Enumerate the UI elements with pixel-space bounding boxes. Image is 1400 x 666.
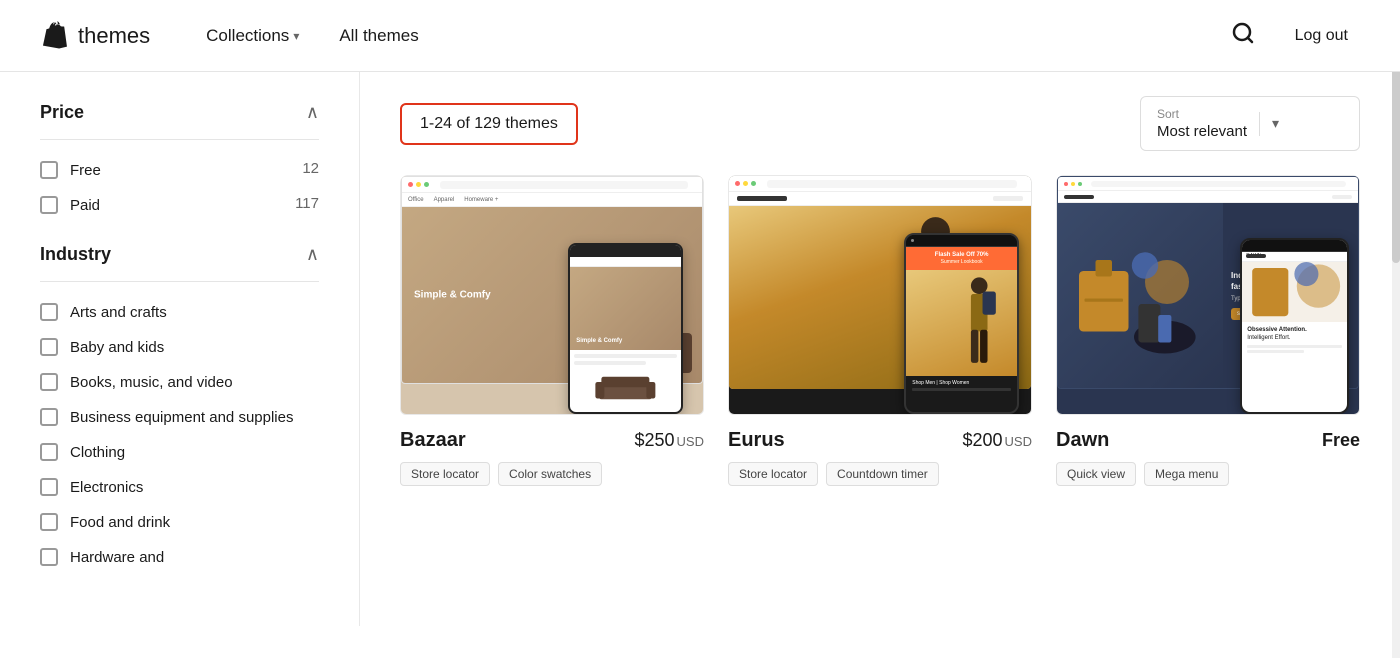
checkbox-free[interactable] bbox=[40, 161, 58, 179]
nav-collections[interactable]: Collections ▾ bbox=[190, 18, 315, 54]
filter-item-free-left: Free bbox=[40, 160, 101, 181]
tag-mega-menu[interactable]: Mega menu bbox=[1144, 462, 1229, 486]
checkbox-clothing[interactable] bbox=[40, 443, 58, 461]
checkbox-arts[interactable] bbox=[40, 303, 58, 321]
dawn-name-row: Dawn Free bbox=[1056, 429, 1360, 452]
sort-label-text: Sort bbox=[1157, 107, 1247, 121]
tag-eurus-store-locator[interactable]: Store locator bbox=[728, 462, 818, 486]
filter-item-paid[interactable]: Paid 117 bbox=[40, 195, 319, 216]
chevron-down-icon: ▾ bbox=[293, 29, 299, 43]
filter-item-arts[interactable]: Arts and crafts bbox=[40, 302, 319, 323]
sort-chevron-icon: ▾ bbox=[1272, 115, 1279, 132]
filter-label-hardware: Hardware and bbox=[70, 547, 164, 568]
main-nav: Collections ▾ All themes bbox=[190, 18, 1222, 54]
filter-item-clothing[interactable]: Clothing bbox=[40, 442, 319, 463]
checkbox-business[interactable] bbox=[40, 408, 58, 426]
tag-countdown-timer[interactable]: Countdown timer bbox=[826, 462, 939, 486]
checkbox-hardware[interactable] bbox=[40, 548, 58, 566]
sort-dropdown[interactable]: Sort Most relevant ▾ bbox=[1140, 96, 1360, 151]
bazaar-tags: Store locator Color swatches bbox=[400, 462, 704, 486]
eurus-name: Eurus bbox=[728, 429, 785, 452]
filter-label-arts: Arts and crafts bbox=[70, 302, 167, 323]
bazaar-info: Bazaar $250USD Store locator Color swatc… bbox=[400, 415, 704, 500]
tag-quick-view[interactable]: Quick view bbox=[1056, 462, 1136, 486]
industry-divider bbox=[40, 281, 319, 282]
bazaar-preview: Office Apparel Homeware + Simple & Comfy bbox=[400, 175, 704, 415]
price-divider bbox=[40, 139, 319, 140]
nav-all-themes[interactable]: All themes bbox=[323, 18, 434, 54]
header-actions: Log out bbox=[1223, 13, 1360, 58]
filter-item-food[interactable]: Food and drink bbox=[40, 512, 319, 533]
eurus-info: Eurus $200USD Store locator Countdown ti… bbox=[728, 415, 1032, 500]
main-layout: Price ∧ Free 12 Paid 117 bbox=[0, 72, 1400, 666]
filter-count-paid: 117 bbox=[295, 195, 319, 212]
industry-filter-section: Industry ∧ Arts and crafts Baby and kids bbox=[40, 244, 319, 568]
checkbox-food[interactable] bbox=[40, 513, 58, 531]
bazaar-price: $250USD bbox=[635, 430, 705, 451]
search-icon bbox=[1231, 21, 1255, 45]
filter-item-electronics[interactable]: Electronics bbox=[40, 477, 319, 498]
eurus-tags: Store locator Countdown timer bbox=[728, 462, 1032, 486]
dawn-info: Dawn Free Quick view Mega menu bbox=[1056, 415, 1360, 500]
content-header: 1-24 of 129 themes Sort Most relevant ▾ bbox=[400, 96, 1360, 151]
theme-card-dawn[interactable]: Industrial design meets fashion. Typical… bbox=[1056, 175, 1360, 500]
filter-label-books: Books, music, and video bbox=[70, 372, 233, 393]
results-count: 1-24 of 129 themes bbox=[400, 103, 578, 145]
filter-item-books[interactable]: Books, music, and video bbox=[40, 372, 319, 393]
logout-button[interactable]: Log out bbox=[1283, 19, 1360, 53]
nav-all-themes-label: All themes bbox=[339, 26, 418, 46]
search-button[interactable] bbox=[1223, 13, 1263, 58]
filter-item-paid-left: Paid bbox=[40, 195, 100, 216]
filter-count-free: 12 bbox=[302, 160, 319, 177]
checkbox-baby[interactable] bbox=[40, 338, 58, 356]
sort-label: Sort Most relevant bbox=[1157, 107, 1247, 140]
dawn-tags: Quick view Mega menu bbox=[1056, 462, 1360, 486]
filter-item-business[interactable]: Business equipment and supplies bbox=[40, 407, 319, 428]
bazaar-name: Bazaar bbox=[400, 429, 466, 452]
theme-grid: Office Apparel Homeware + Simple & Comfy bbox=[400, 175, 1360, 500]
filter-item-free[interactable]: Free 12 bbox=[40, 160, 319, 181]
logo-link[interactable]: themes bbox=[40, 21, 150, 51]
nav-collections-label: Collections bbox=[206, 26, 289, 46]
price-filter-header[interactable]: Price ∧ bbox=[40, 102, 319, 123]
filter-label-clothing: Clothing bbox=[70, 442, 125, 463]
sort-divider bbox=[1259, 112, 1260, 136]
price-filter-title: Price bbox=[40, 102, 84, 123]
scrollbar[interactable] bbox=[1392, 0, 1400, 658]
sidebar: Price ∧ Free 12 Paid 117 bbox=[0, 72, 360, 626]
filter-item-hardware[interactable]: Hardware and bbox=[40, 547, 319, 568]
filter-label-paid: Paid bbox=[70, 195, 100, 216]
filter-label-business: Business equipment and supplies bbox=[70, 407, 293, 428]
tag-store-locator[interactable]: Store locator bbox=[400, 462, 490, 486]
price-filter-section: Price ∧ Free 12 Paid 117 bbox=[40, 102, 319, 216]
logo-text: themes bbox=[78, 23, 150, 49]
dawn-preview: Industrial design meets fashion. Typical… bbox=[1056, 175, 1360, 415]
eurus-price: $200USD bbox=[963, 430, 1033, 451]
filter-label-food: Food and drink bbox=[70, 512, 170, 533]
checkbox-electronics[interactable] bbox=[40, 478, 58, 496]
content-area: 1-24 of 129 themes Sort Most relevant ▾ bbox=[360, 72, 1400, 626]
theme-card-bazaar[interactable]: Office Apparel Homeware + Simple & Comfy bbox=[400, 175, 704, 500]
sort-value: Most relevant bbox=[1157, 123, 1247, 140]
checkbox-books[interactable] bbox=[40, 373, 58, 391]
checkbox-paid[interactable] bbox=[40, 196, 58, 214]
industry-filter-title: Industry bbox=[40, 244, 111, 265]
header: themes Collections ▾ All themes Log out bbox=[0, 0, 1400, 72]
dawn-name: Dawn bbox=[1056, 429, 1109, 452]
dawn-price: Free bbox=[1322, 430, 1360, 451]
price-collapse-icon: ∧ bbox=[306, 102, 319, 123]
industry-filter-header[interactable]: Industry ∧ bbox=[40, 244, 319, 265]
bazaar-name-row: Bazaar $250USD bbox=[400, 429, 704, 452]
filter-label-baby: Baby and kids bbox=[70, 337, 164, 358]
eurus-preview: Flash Sale Off 70% Summer Lookbook bbox=[728, 175, 1032, 415]
shopify-logo-icon bbox=[40, 21, 70, 51]
filter-label-electronics: Electronics bbox=[70, 477, 143, 498]
filter-item-baby[interactable]: Baby and kids bbox=[40, 337, 319, 358]
theme-card-eurus[interactable]: Flash Sale Off 70% Summer Lookbook bbox=[728, 175, 1032, 500]
tag-color-swatches[interactable]: Color swatches bbox=[498, 462, 602, 486]
eurus-name-row: Eurus $200USD bbox=[728, 429, 1032, 452]
industry-collapse-icon: ∧ bbox=[306, 244, 319, 265]
filter-label-free: Free bbox=[70, 160, 101, 181]
